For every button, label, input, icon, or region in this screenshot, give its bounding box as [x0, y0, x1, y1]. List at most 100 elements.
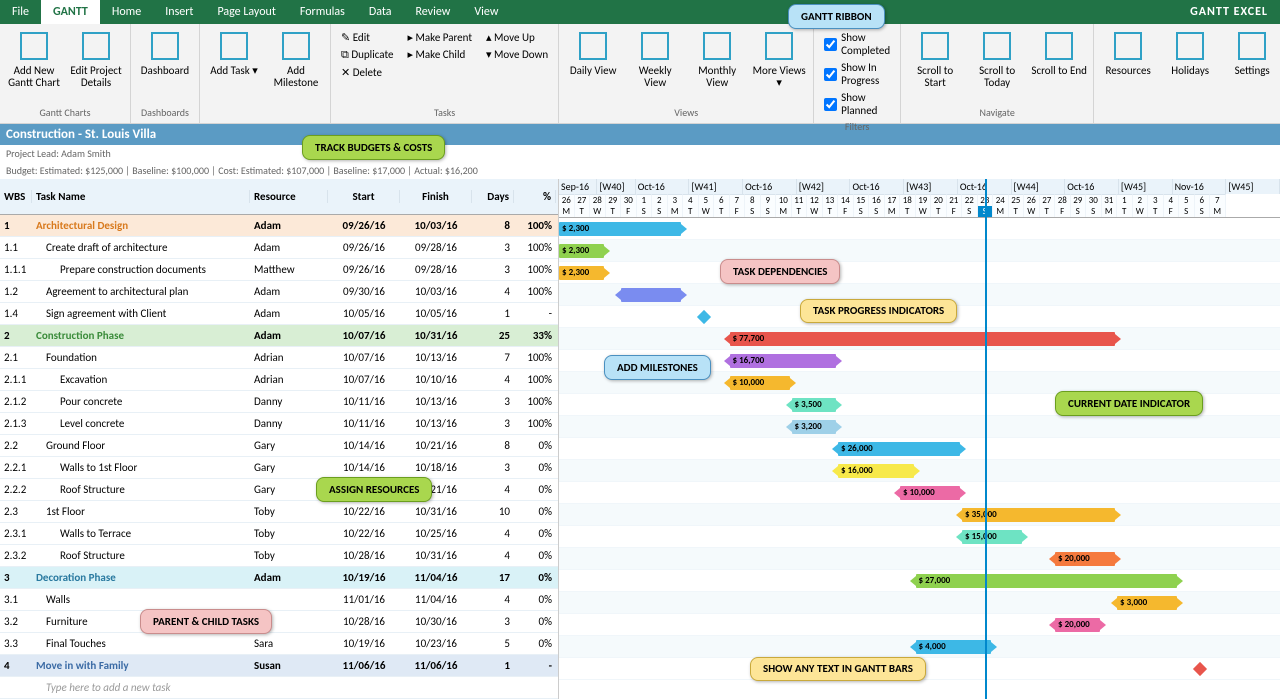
gantt-bar[interactable]: $ 15,000	[962, 530, 1022, 544]
task-row[interactable]: 3.1Walls11/01/1611/04/1640%	[0, 589, 558, 611]
gantt-bar[interactable]: $ 3,500	[792, 398, 837, 412]
task-row[interactable]: 2.1.3Level concreteDanny10/11/1610/13/16…	[0, 413, 558, 435]
gantt-bar[interactable]: $ 16,000	[838, 464, 914, 478]
tab-page-layout[interactable]: Page Layout	[205, 0, 287, 24]
gantt-bar[interactable]: $ 26,000	[838, 442, 960, 456]
btn--delete[interactable]: ✕ Delete	[337, 65, 397, 80]
col-days[interactable]: Days	[472, 190, 514, 203]
task-row[interactable]: 2.3.2Roof StructureToby10/28/1610/31/164…	[0, 545, 558, 567]
gantt-bar[interactable]: $ 27,000	[916, 574, 1178, 588]
gantt-bar[interactable]: $ 2,300	[559, 244, 604, 258]
timeline-row[interactable]: $ 3,000	[559, 592, 1280, 614]
task-row[interactable]: 2.1.1ExcavationAdrian10/07/1610/10/16410…	[0, 369, 558, 391]
btn-scroll-to-today[interactable]: Scroll to Today	[969, 27, 1025, 89]
btn--make-child[interactable]: ▸ Make Child	[403, 47, 476, 62]
task-row[interactable]: 1Architectural DesignAdam09/26/1610/03/1…	[0, 215, 558, 237]
timeline-row[interactable]: $ 10,000	[559, 482, 1280, 504]
timeline-row[interactable]: $ 2,300	[559, 218, 1280, 240]
gantt-bar[interactable]: $ 77,700	[730, 332, 1116, 346]
btn-scroll-to-start[interactable]: Scroll to Start	[907, 27, 963, 89]
btn-more-views-[interactable]: More Views ▾	[751, 27, 807, 89]
tab-gantt[interactable]: GANTT	[41, 0, 100, 24]
timeline-row[interactable]: $ 26,000	[559, 438, 1280, 460]
timeline-row[interactable]: $ 77,700	[559, 328, 1280, 350]
btn-holidays[interactable]: Holidays	[1162, 27, 1218, 77]
task-row[interactable]: 1.2Agreement to architectural planAdam09…	[0, 281, 558, 303]
task-row[interactable]: 2Construction PhaseAdam10/07/1610/31/162…	[0, 325, 558, 347]
gantt-bar[interactable]: $ 20,000	[1055, 552, 1115, 566]
btn--make-parent[interactable]: ▸ Make Parent	[403, 30, 476, 45]
chk-show-completed[interactable]: Show Completed	[820, 30, 894, 58]
col-pct[interactable]: %	[514, 190, 556, 203]
btn-edit-project-details[interactable]: Edit Project Details	[68, 27, 124, 89]
new-task-row[interactable]: Type here to add a new task	[0, 677, 558, 699]
gantt-bar[interactable]: $ 16,700	[730, 354, 837, 368]
chk-show-in-progress[interactable]: Show In Progress	[820, 60, 894, 88]
task-row[interactable]: 3.3Final TouchesSara10/19/1610/23/1650%	[0, 633, 558, 655]
timeline-row[interactable]: $ 27,000	[559, 570, 1280, 592]
gantt-bar[interactable]: $ 3,200	[792, 420, 837, 434]
gantt-bar[interactable]	[621, 288, 681, 302]
btn-add-task-[interactable]: Add Task ▾	[206, 27, 262, 77]
col-start[interactable]: Start	[328, 190, 400, 203]
gantt-bar[interactable]: $ 2,300	[559, 222, 681, 236]
tab-formulas[interactable]: Formulas	[288, 0, 357, 24]
btn-daily-view[interactable]: Daily View	[565, 27, 621, 77]
gantt-bar[interactable]: $ 4,000	[916, 640, 992, 654]
gantt-bar[interactable]: $ 10,000	[900, 486, 960, 500]
btn-settings[interactable]: Settings	[1224, 27, 1280, 77]
task-row[interactable]: 2.1FoundationAdrian10/07/1610/13/167100%	[0, 347, 558, 369]
gantt-bar[interactable]: $ 2,300	[559, 266, 604, 280]
task-row[interactable]: 3Decoration PhaseAdam10/19/1611/04/16170…	[0, 567, 558, 589]
gantt-bar[interactable]: $ 10,000	[730, 376, 790, 390]
btn--edit[interactable]: ✎ Edit	[337, 30, 397, 45]
tab-file[interactable]: File	[0, 0, 41, 24]
tab-review[interactable]: Review	[403, 0, 462, 24]
col-task[interactable]: Task Name	[32, 190, 250, 203]
task-row[interactable]: 1.4Sign agreement with ClientAdam10/05/1…	[0, 303, 558, 325]
timeline[interactable]: Sep-16[W40]Oct-16[W41]Oct-16[W42]Oct-16[…	[558, 179, 1280, 699]
btn-add-milestone[interactable]: Add Milestone	[268, 27, 324, 89]
task-row[interactable]: 2.1.2Pour concreteDanny10/11/1610/13/163…	[0, 391, 558, 413]
btn-resources[interactable]: Resources	[1100, 27, 1156, 77]
btn-scroll-to-end[interactable]: Scroll to End	[1031, 27, 1087, 77]
col-finish[interactable]: Finish	[400, 190, 472, 203]
timeline-row[interactable]: $ 20,000	[559, 614, 1280, 636]
callout-current: CURRENT DATE INDICATOR	[1055, 391, 1203, 416]
btn-weekly-view[interactable]: Weekly View	[627, 27, 683, 89]
task-row[interactable]: 3.2Furniture10/28/1610/30/1630%	[0, 611, 558, 633]
task-row[interactable]: 2.2.2Roof StructureGary10/18/1610/21/164…	[0, 479, 558, 501]
btn--duplicate[interactable]: ⧉ Duplicate	[337, 47, 397, 63]
btn-add-new-gantt-chart[interactable]: Add New Gantt Chart	[6, 27, 62, 89]
timeline-row[interactable]: $ 20,000	[559, 548, 1280, 570]
task-row[interactable]: 1.1.1Prepare construction documentsMatth…	[0, 259, 558, 281]
btn-dashboard[interactable]: Dashboard	[137, 27, 193, 77]
timeline-row[interactable]: $ 35,000	[559, 504, 1280, 526]
timeline-row[interactable]: $ 4,000	[559, 636, 1280, 658]
task-row[interactable]: 2.2.1Walls to 1st FloorGary10/14/1610/18…	[0, 457, 558, 479]
tab-home[interactable]: Home	[100, 0, 153, 24]
col-resource[interactable]: Resource	[250, 190, 328, 203]
timeline-row[interactable]: $ 16,000	[559, 460, 1280, 482]
timeline-row[interactable]: $ 2,300	[559, 262, 1280, 284]
tab-data[interactable]: Data	[357, 0, 404, 24]
task-row[interactable]: 1.1Create draft of architectureAdam09/26…	[0, 237, 558, 259]
milestone-diamond[interactable]	[1192, 662, 1206, 676]
gantt-bar[interactable]: $ 20,000	[1055, 618, 1100, 632]
task-row[interactable]: 4Move in with FamilySusan11/06/1611/06/1…	[0, 655, 558, 677]
timeline-row[interactable]: $ 3,200	[559, 416, 1280, 438]
tab-insert[interactable]: Insert	[153, 0, 205, 24]
timeline-row[interactable]: $ 15,000	[559, 526, 1280, 548]
gantt-bar[interactable]: $ 3,000	[1117, 596, 1177, 610]
col-wbs[interactable]: WBS	[0, 190, 32, 203]
chk-show-planned[interactable]: Show Planned	[820, 90, 894, 118]
tab-view[interactable]: View	[462, 0, 510, 24]
btn--move-up[interactable]: ▴ Move Up	[482, 30, 552, 45]
milestone-diamond[interactable]	[696, 310, 710, 324]
task-row[interactable]: 2.31st FloorToby10/22/1610/31/16100%	[0, 501, 558, 523]
task-row[interactable]: 2.3.1Walls to TerraceToby10/22/1610/25/1…	[0, 523, 558, 545]
btn-monthly-view[interactable]: Monthly View	[689, 27, 745, 89]
btn--move-down[interactable]: ▾ Move Down	[482, 47, 552, 62]
timeline-row[interactable]: $ 2,300	[559, 240, 1280, 262]
task-row[interactable]: 2.2Ground FloorGary10/14/1610/21/1680%	[0, 435, 558, 457]
